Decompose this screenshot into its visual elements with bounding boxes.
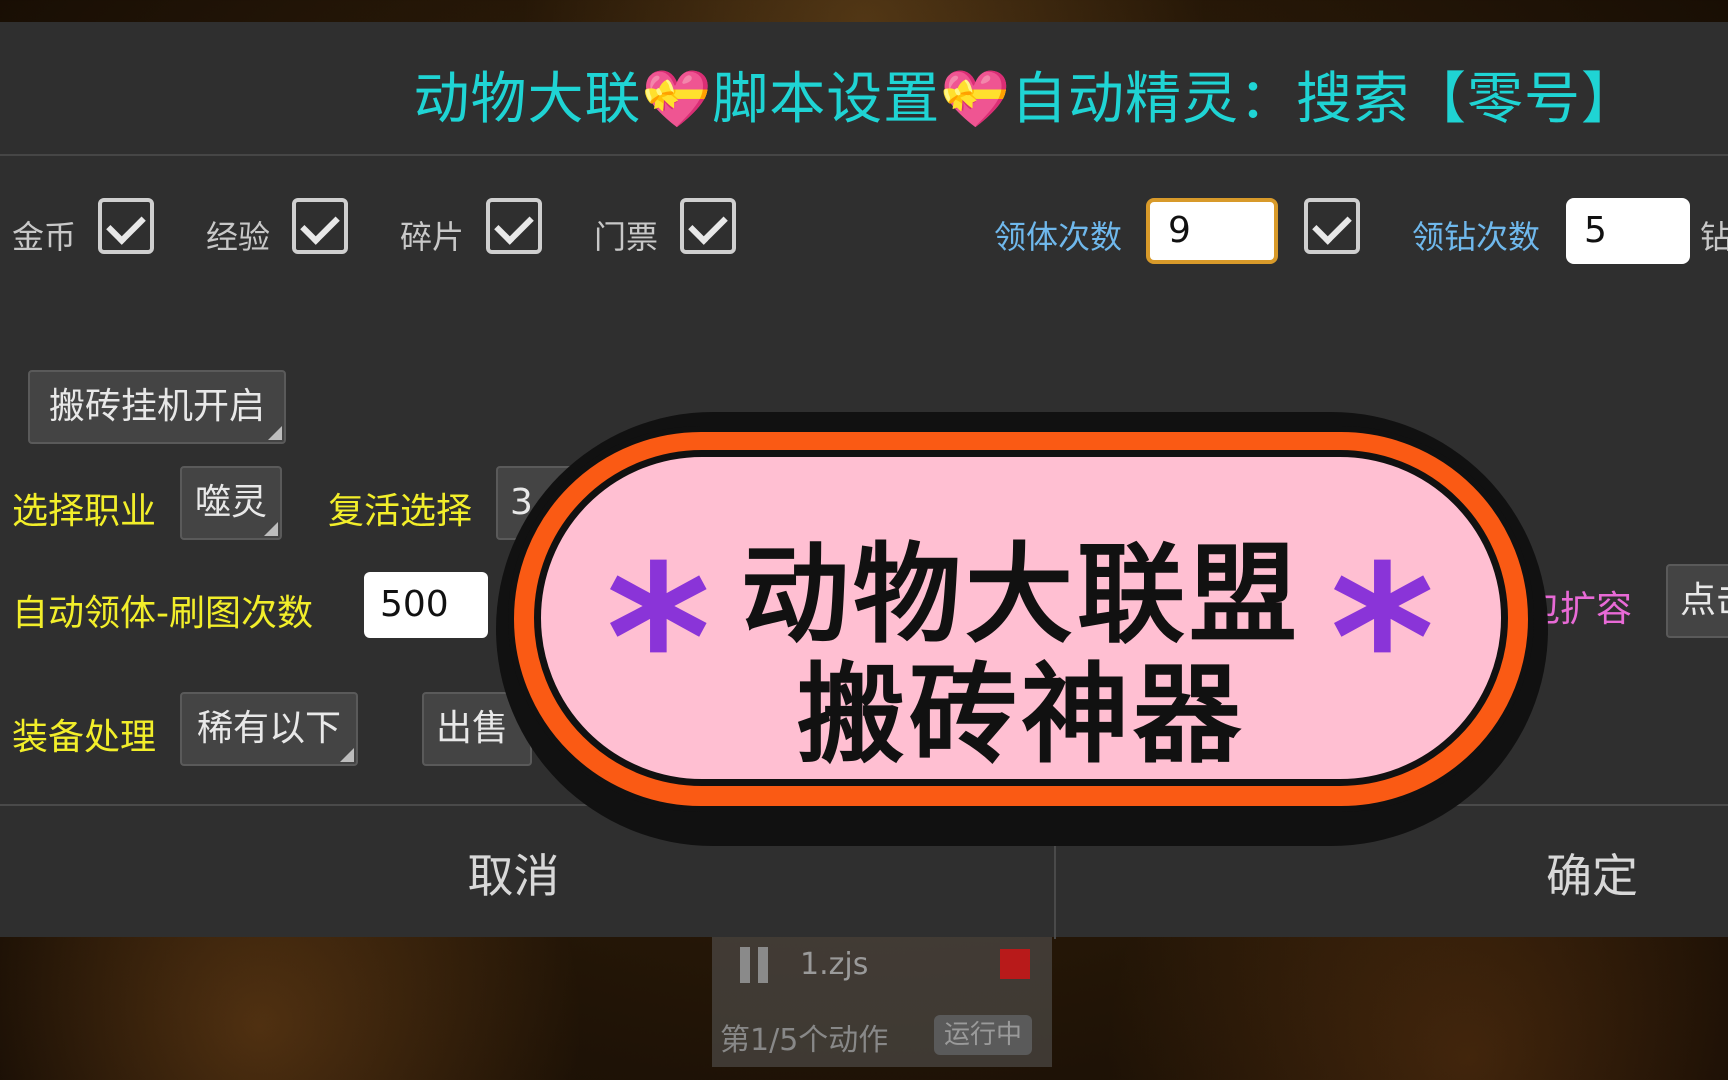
action-progress: 第1/5个动作 [720,1023,889,1058]
title-part-2: 脚本设置 [712,67,941,132]
afk-mode-label: 搬砖挂机开启 [48,386,265,427]
title-part-1: 动物大联 [413,67,642,132]
afk-mode-button[interactable]: 搬砖挂机开启 [28,370,286,444]
equip-rarity-value: 稀有以下 [196,708,341,749]
dialog-header: 动物大联💝脚本设置💝自动精灵：搜索【零号】 [0,22,1728,156]
dropdown-corner-icon [268,426,282,440]
running-badge: 运行中 [933,1015,1032,1055]
fragment-checkbox[interactable] [486,198,542,254]
gold-label: 金币 [12,218,77,256]
diamond-count-input[interactable]: 5 [1566,198,1690,264]
diamond-trailing-label: 钻 [1700,218,1728,256]
job-select[interactable]: 噬灵 [180,466,282,540]
equip-rarity-select[interactable]: 稀有以下 [180,692,358,766]
gold-checkbox[interactable] [98,198,154,254]
stop-icon[interactable] [1000,949,1030,979]
revive-label: 复活选择 [328,491,473,532]
job-value: 噬灵 [194,482,267,523]
pause-icon[interactable] [740,947,772,983]
banner-line-2: 搬砖神器 [796,653,1245,778]
bag-expand-button-label: 点击 [1680,580,1728,621]
diamond-count-label: 领钻次数 [1412,218,1541,256]
script-file-name: 1.zjs [800,947,869,982]
dropdown-corner-icon [340,748,354,762]
stamina-count-label: 领体次数 [994,218,1123,256]
dropdown-corner-icon [264,522,278,536]
heart-icon: 💝 [940,67,1011,132]
ticket-label: 门票 [594,218,659,256]
fragment-label: 碎片 [400,218,465,256]
reward-options-row: 金币 经验 碎片 门票 领体次数 9 领钻次数 5 钻 [0,198,1728,264]
auto-stamina-input[interactable]: 500 [364,572,488,638]
stamina-checkbox[interactable] [1304,198,1360,254]
auto-stamina-label: 自动领体-刷图次数 [12,593,313,634]
exp-checkbox[interactable] [292,198,348,254]
script-runner-panel: 1.zjs 第1/5个动作 运行中 [712,937,1052,1067]
ticket-checkbox[interactable] [680,198,736,254]
title-part-3: 自动精灵：搜索【零号】 [1011,67,1638,132]
equip-label: 装备处理 [12,717,157,758]
exp-label: 经验 [206,218,271,256]
job-label: 选择职业 [12,491,157,532]
stamina-count-input[interactable]: 9 [1146,198,1278,264]
equip-action-value: 出售 [436,708,509,749]
dialog-title: 动物大联💝脚本设置💝自动精灵：搜索【零号】 [414,54,1638,135]
heart-icon: 💝 [641,67,713,132]
bag-expand-button[interactable]: 点击 [1666,564,1728,638]
